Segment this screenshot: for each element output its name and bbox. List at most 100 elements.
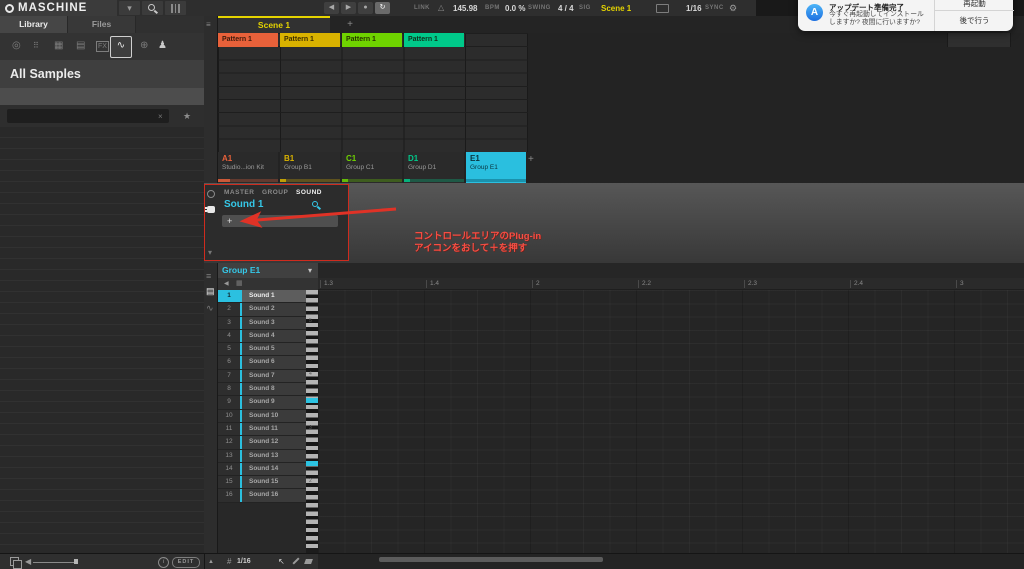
tab-scene-1[interactable]: Scene 1 [218, 16, 330, 33]
later-button[interactable]: 後で行う [935, 10, 1014, 29]
swing-value[interactable]: 0.0 % [505, 4, 525, 13]
eject-icon[interactable]: ▲ [208, 558, 214, 566]
add-scene-button[interactable]: + [340, 16, 360, 33]
pattern-slot-d1[interactable]: Pattern 1 [404, 33, 464, 47]
header-dropdown-button[interactable]: ▾ [119, 1, 140, 15]
search-button[interactable] [142, 1, 163, 15]
macos-update-notification[interactable]: A アップデート準備完了 今すぐ再起動してインストールしますか? 夜間に行います… [798, 0, 1013, 31]
mixer-view-button[interactable] [165, 1, 186, 15]
favorites-star-icon[interactable]: ★ [183, 111, 191, 122]
tab-library[interactable]: Library [0, 16, 67, 33]
group-dropdown-icon[interactable]: ▾ [308, 266, 312, 275]
metronome-icon[interactable]: △ [438, 3, 444, 12]
editor-group-header[interactable]: Group E1 ▾ [218, 263, 318, 278]
browser-results-list[interactable] [0, 127, 204, 553]
pad-view-icon[interactable]: ▦ [236, 279, 243, 287]
group-slot-c1[interactable]: C1 Group C1 [342, 152, 402, 183]
sound-row[interactable]: 2Sound 2 [218, 303, 306, 316]
maschine-window: MASCHINE ▾ ◀ ▶ ● ↻ LINK △ 145.98 BPM 0.0… [0, 0, 1024, 569]
fx-filter-icon[interactable]: FX [96, 41, 109, 52]
play-button[interactable]: ▶ [341, 2, 356, 14]
pattern-grid[interactable] [218, 33, 528, 152]
scrollbar-track[interactable] [318, 554, 1024, 569]
bpm-value[interactable]: 145.98 [453, 4, 477, 13]
sound-row[interactable]: 10Sound 10 [218, 410, 306, 423]
sound-row[interactable]: 3Sound 3 [218, 317, 306, 330]
note-grid[interactable] [318, 290, 1024, 553]
cursor-tool-icon[interactable]: ↖ [278, 558, 285, 566]
tab-sound[interactable]: SOUND [296, 189, 322, 196]
sync-value[interactable]: 1/16 [686, 4, 702, 13]
restart-button[interactable]: 再起動 [935, 0, 1014, 10]
pattern-slot-a1[interactable]: Pattern 1 [218, 33, 278, 47]
projects-filter-icon[interactable]: ◎ [12, 40, 21, 52]
collapse-arrow-icon[interactable]: ▾ [208, 248, 212, 257]
user-content-icon[interactable]: ♟ [158, 40, 167, 52]
sound-row[interactable]: 8Sound 8 [218, 383, 306, 396]
sound-row[interactable]: 6Sound 6 [218, 356, 306, 369]
add-plugin-button[interactable]: + [222, 215, 338, 227]
sound-row[interactable]: 9Sound 9 [218, 396, 306, 409]
sync-link-icon[interactable] [10, 557, 19, 566]
pattern-slot-c1[interactable]: Pattern 1 [342, 33, 402, 47]
pattern-list-view-icon[interactable]: ≡ [206, 271, 211, 281]
search-input[interactable] [7, 109, 169, 123]
plugin-icon[interactable] [207, 206, 215, 213]
edit-button[interactable]: EDIT [172, 557, 200, 568]
audition-speaker-icon[interactable]: ◀ [224, 280, 229, 287]
sampler-view-icon[interactable]: ∿ [206, 303, 214, 314]
pencil-tool-icon[interactable] [292, 557, 299, 564]
record-button[interactable]: ● [358, 2, 373, 14]
step-grid-icon[interactable]: # [227, 558, 231, 566]
sound-row[interactable]: 7Sound 7 [218, 370, 306, 383]
sound-row-selected[interactable]: 1Sound 1 [218, 290, 306, 303]
piano-keyboard-strip[interactable] [306, 290, 318, 548]
sound-row[interactable]: 13Sound 13 [218, 450, 306, 463]
factory-content-icon[interactable]: ⊕ [140, 40, 148, 52]
tab-master[interactable]: MASTER [224, 189, 254, 196]
follow-playhead-icon[interactable] [656, 4, 669, 13]
prehear-speaker-icon[interactable]: ◀ [25, 558, 31, 566]
sound-row[interactable]: 12Sound 12 [218, 436, 306, 449]
instruments-filter-icon[interactable]: ▤ [76, 40, 85, 52]
link-toggle[interactable]: LINK [414, 5, 430, 11]
sound-row[interactable]: 4Sound 4 [218, 330, 306, 343]
sound-name-display[interactable]: Sound 1 [224, 199, 263, 210]
pattern-slot-b1[interactable]: Pattern 1 [280, 33, 340, 47]
group-slot-e1-selected[interactable]: E1 Group E1 [466, 152, 526, 183]
settings-gear-icon[interactable]: ⚙ [729, 3, 737, 14]
sound-row[interactable]: 15Sound 15 [218, 476, 306, 489]
group-slot-b1[interactable]: B1 Group B1 [280, 152, 340, 183]
browser-header[interactable]: All Samples [0, 60, 204, 88]
volume-slider-handle[interactable] [74, 559, 78, 564]
groups-filter-icon[interactable]: ⠿ [33, 40, 39, 52]
group-slot-d1[interactable]: D1 Group D1 [404, 152, 464, 183]
arranger-view-icon[interactable]: ≡ [206, 20, 211, 29]
group-slot-a1[interactable]: A1 Studio...ion Kit [218, 152, 278, 183]
sound-row[interactable]: 5Sound 5 [218, 343, 306, 356]
tab-group[interactable]: GROUP [262, 189, 288, 196]
horizontal-scrollbar[interactable] [379, 557, 603, 562]
sound-row[interactable]: 11Sound 11 [218, 423, 306, 436]
scene-display[interactable]: Scene 1 [601, 4, 631, 13]
timeline-ruler[interactable]: 1.3 1.4 2 2.2 2.3 2.4 3 [318, 278, 1024, 290]
piano-roll-view-icon[interactable]: ▤ [206, 286, 215, 297]
tab-files[interactable]: Files [68, 16, 135, 33]
add-group-button[interactable]: + [528, 154, 534, 165]
prehear-volume-slider[interactable] [33, 562, 78, 563]
sound-row[interactable]: 16Sound 16 [218, 489, 306, 502]
samples-filter-icon[interactable]: ∿ [110, 36, 132, 58]
signature-value[interactable]: 4 / 4 [558, 4, 574, 13]
restart-transport-button[interactable]: ◀ [324, 2, 339, 14]
sound-row[interactable]: 14Sound 14 [218, 463, 306, 476]
plugin-search-icon[interactable] [312, 201, 318, 207]
app-logo: MASCHINE [0, 0, 117, 16]
sounds-filter-icon[interactable]: ▦ [54, 40, 63, 52]
eraser-tool-icon[interactable] [304, 559, 313, 564]
clear-search-icon[interactable]: × [158, 112, 163, 121]
grid-value[interactable]: 1/16 [237, 558, 251, 566]
channel-properties-icon[interactable] [207, 190, 215, 198]
browser-subheader-bar[interactable] [0, 88, 204, 105]
info-icon[interactable]: i [158, 557, 169, 568]
loop-button[interactable]: ↻ [375, 2, 390, 14]
